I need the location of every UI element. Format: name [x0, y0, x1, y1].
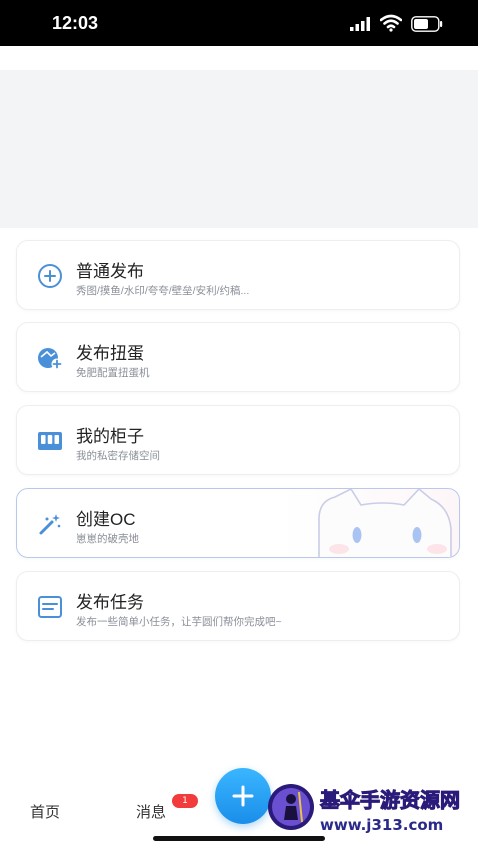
menu-item-post-task[interactable]: 发布任务 发布一些简单小任务，让芋圆们帮你完成吧~ [16, 571, 460, 641]
top-spacer [0, 46, 478, 70]
watermark-logo [268, 784, 314, 830]
cabinet-icon [38, 432, 62, 450]
nav-home[interactable]: 首页 [30, 801, 60, 822]
plus-icon [232, 785, 254, 807]
messages-badge: 1 [172, 794, 198, 808]
home-indicator [153, 836, 325, 841]
menu-item-subtitle: 免肥配置扭蛋机 [76, 367, 150, 379]
menu-item-gacha-post[interactable]: 发布扭蛋 免肥配置扭蛋机 [16, 322, 460, 392]
menu-item-subtitle: 我的私密存储空间 [76, 450, 160, 462]
battery-icon [411, 16, 443, 32]
menu-item-subtitle: 秀图/摸鱼/水印/夸夸/壁垒/安利/约稿... [76, 285, 250, 297]
cat-illustration-icon [318, 489, 452, 557]
menu-item-subtitle: 发布一些简单小任务，让芋圆们帮你完成吧~ [76, 616, 282, 628]
task-list-icon [38, 596, 62, 618]
menu-item-title: 发布任务 [76, 593, 144, 612]
menu-item-title: 发布扭蛋 [76, 344, 144, 363]
plus-circle-icon [38, 264, 62, 288]
watermark: 基伞手游资源网 www.j313.com [262, 768, 478, 840]
wifi-icon [380, 14, 402, 32]
banner-area [0, 70, 478, 228]
cellular-signal-icon [350, 17, 370, 31]
menu-item-subtitle: 崽崽的破壳地 [76, 533, 139, 545]
menu-item-create-oc[interactable]: 创建OC 崽崽的破壳地 [16, 488, 460, 558]
status-time: 12:03 [52, 13, 99, 33]
status-bar: 12:03 [0, 0, 478, 46]
menu-item-normal-post[interactable]: 普通发布 秀图/摸鱼/水印/夸夸/壁垒/安利/约稿... [16, 240, 460, 310]
watermark-url: www.j313.com [320, 816, 444, 834]
nav-messages[interactable]: 消息 [136, 801, 166, 822]
menu-item-title: 创建OC [76, 510, 136, 529]
menu-item-title: 普通发布 [76, 262, 144, 281]
gacha-egg-icon [38, 348, 63, 370]
watermark-title: 基伞手游资源网 [320, 788, 461, 813]
menu-item-title: 我的柜子 [76, 427, 144, 446]
menu-item-my-cabinet[interactable]: 我的柜子 我的私密存储空间 [16, 405, 460, 475]
magic-wand-icon [39, 514, 61, 535]
